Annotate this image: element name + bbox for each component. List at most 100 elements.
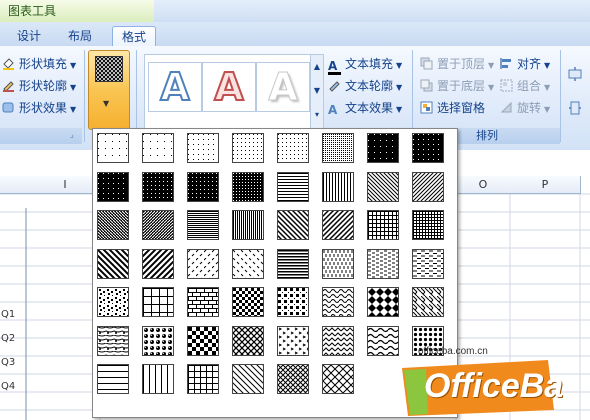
bring-front-icon <box>420 56 433 70</box>
dialog-launcher-icon[interactable]: ⌟ <box>70 130 80 140</box>
pattern-swatch-grid[interactable] <box>187 364 219 394</box>
tab-format[interactable]: 格式 <box>112 26 156 48</box>
align-button[interactable]: 对齐 ▼ <box>500 54 550 74</box>
pattern-swatch-dots-90[interactable] <box>232 171 264 202</box>
row-label-q3: Q3 <box>1 357 16 368</box>
tab-design[interactable]: 设计 <box>10 26 48 46</box>
wordart-style-red[interactable]: A <box>202 62 256 112</box>
pattern-swatch-dots-40[interactable] <box>322 133 354 163</box>
scroll-up-icon[interactable]: ▲ <box>311 55 323 79</box>
pattern-swatch-horizontal-lines[interactable] <box>97 364 129 394</box>
pattern-swatch-narrow-horizontal[interactable] <box>187 210 219 240</box>
align-label: 对齐 <box>517 57 542 71</box>
pattern-swatch-light-vertical[interactable] <box>322 171 354 202</box>
pattern-swatch-large-diagonal-cross[interactable] <box>322 364 354 394</box>
shape-outline-label: 形状轮廓 <box>19 79 68 93</box>
rotate-label: 旋转 <box>517 101 542 115</box>
tab-layout[interactable]: 布局 <box>60 26 100 46</box>
pattern-swatch-dots-10[interactable] <box>142 133 174 163</box>
pattern-swatch-light-downward-diagonal[interactable] <box>367 171 399 202</box>
pattern-swatch-dots-50[interactable] <box>367 133 399 163</box>
column-header-p[interactable]: P <box>510 176 581 194</box>
column-header-o[interactable]: O <box>456 176 511 194</box>
wordart-scroll[interactable]: ▲ ▼ ▾ <box>310 54 324 130</box>
send-to-back-button[interactable]: 置于底层 ▼ <box>420 76 494 96</box>
size-width-icon[interactable] <box>568 100 582 116</box>
shape-effects-button[interactable]: 形状效果 ▼ <box>2 98 76 118</box>
selection-pane-button[interactable]: 选择窗格 <box>420 98 485 118</box>
pattern-swatch-dots-5[interactable] <box>97 133 129 163</box>
context-tool-label: 图表工具 <box>0 0 154 22</box>
pattern-swatch-brick[interactable] <box>187 287 219 317</box>
pattern-swatch-dashed-diagonal-2[interactable] <box>232 248 264 279</box>
pattern-swatch-wide-upward-diagonal[interactable] <box>322 210 354 240</box>
pattern-swatch-dashed-horizontal[interactable] <box>367 248 399 279</box>
pattern-swatch-dark-horizontal[interactable] <box>277 248 309 279</box>
pattern-swatch-dashed-vertical[interactable] <box>322 248 354 279</box>
send-back-icon <box>420 78 433 92</box>
text-outline-button[interactable]: 文本轮廓 ▼ <box>328 76 402 96</box>
shape-outline-button[interactable]: 形状轮廓 ▼ <box>2 76 76 96</box>
watermark-site: officeba.com.cn <box>418 346 488 357</box>
pattern-swatch-sphere[interactable] <box>142 325 174 356</box>
pattern-swatch-small-grid-dense[interactable] <box>412 210 444 240</box>
pattern-swatch-light-horizontal[interactable] <box>277 171 309 202</box>
pattern-swatch-light-upward-diagonal[interactable] <box>412 171 444 202</box>
text-fill-label: 文本填充 <box>345 57 394 71</box>
pattern-swatch-confetti[interactable] <box>97 287 129 317</box>
pattern-swatch-small-grid[interactable] <box>367 210 399 240</box>
pattern-swatch-dots-20[interactable] <box>187 133 219 163</box>
bring-to-front-button[interactable]: 置于顶层 ▼ <box>420 54 494 74</box>
send-back-label: 置于底层 <box>437 79 486 93</box>
rotate-button[interactable]: 旋转 ▼ <box>500 98 550 118</box>
watermark-brand: OfficeBa <box>424 367 564 405</box>
dropdown-arrow-icon: ▼ <box>103 99 110 108</box>
column-header-i[interactable]: I <box>30 176 101 194</box>
shape-fill-button[interactable]: 形状填充 ▼ <box>2 54 76 74</box>
pattern-swatch-zigzag[interactable] <box>322 325 354 356</box>
pattern-swatch-weave[interactable] <box>412 287 444 317</box>
pattern-swatch-dark-upward-diagonal[interactable] <box>142 210 174 240</box>
pattern-swatch-plaid[interactable] <box>277 287 309 317</box>
pattern-swatch-shingle[interactable] <box>97 325 129 356</box>
gallery-more-icon[interactable]: ▾ <box>311 103 323 127</box>
pattern-swatch-downward-diagonal[interactable] <box>232 364 264 394</box>
pattern-preview-icon <box>95 56 123 82</box>
shape-fill-label: 形状填充 <box>19 57 68 71</box>
pattern-swatch-checker-large[interactable] <box>187 325 219 356</box>
pattern-swatch-wide-downward-diagonal[interactable] <box>277 210 309 240</box>
pattern-swatch-dashed-diagonal[interactable] <box>187 248 219 279</box>
wordart-style-blue[interactable]: A <box>148 62 202 112</box>
pattern-swatch-large-grid[interactable] <box>142 287 174 317</box>
wordart-style-white[interactable]: A <box>256 62 310 112</box>
pattern-swatch-vertical-lines[interactable] <box>142 364 174 394</box>
size-height-icon[interactable] <box>568 66 582 82</box>
pattern-swatch-divot[interactable] <box>277 325 309 356</box>
pattern-swatch-dark-wide-diagonal-2[interactable] <box>142 248 174 279</box>
pattern-swatch-dashed-horizontal-2[interactable] <box>412 248 444 279</box>
pattern-swatch-diamond[interactable] <box>367 287 399 317</box>
text-effects-button[interactable]: A 文本效果 ▼ <box>328 98 402 118</box>
pattern-swatch-dots-80[interactable] <box>187 171 219 202</box>
text-outline-icon <box>328 78 341 92</box>
pattern-swatch-dark-wide-diagonal[interactable] <box>97 248 129 279</box>
column-header-corner <box>0 176 31 194</box>
pattern-swatch-dark-downward-diagonal[interactable] <box>97 210 129 240</box>
align-icon <box>500 56 513 69</box>
pattern-swatch-diagonal-cross[interactable] <box>277 364 309 394</box>
pattern-swatch-dots-25[interactable] <box>232 133 264 163</box>
pattern-swatch-dots-60[interactable] <box>412 133 444 163</box>
pattern-swatch-wave[interactable] <box>322 287 354 317</box>
pattern-swatch-dots-30[interactable] <box>277 133 309 163</box>
pattern-swatch-dots-75[interactable] <box>142 171 174 202</box>
pattern-swatch-wave-wide[interactable] <box>367 325 399 356</box>
scroll-down-icon[interactable]: ▼ <box>311 79 323 103</box>
pattern-swatch-trellis[interactable] <box>232 325 264 356</box>
pattern-swatch-dots-70[interactable] <box>97 171 129 202</box>
pattern-swatch-checker[interactable] <box>232 287 264 317</box>
text-fill-button[interactable]: A 文本填充 ▼ <box>328 54 402 75</box>
selection-pane-label: 选择窗格 <box>437 101 486 115</box>
pattern-fill-button[interactable]: ▼ <box>88 50 130 130</box>
group-button[interactable]: 组合 ▼ <box>500 76 550 96</box>
pattern-swatch-narrow-vertical[interactable] <box>232 210 264 240</box>
